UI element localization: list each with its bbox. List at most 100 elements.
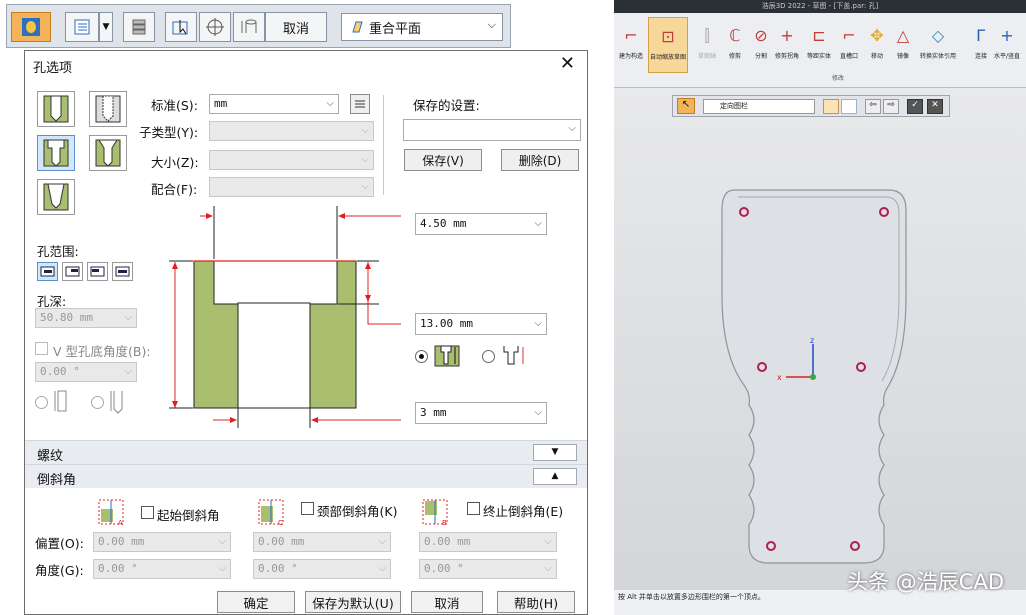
ribbon-label: 移动 bbox=[870, 53, 883, 60]
standard-table-button[interactable] bbox=[350, 94, 370, 114]
collapse-up-icon[interactable]: ▲ bbox=[533, 468, 577, 485]
hole-marker[interactable] bbox=[757, 362, 767, 372]
neck-angle-select[interactable]: 0.00 ° ⌵ bbox=[253, 559, 391, 579]
counterbore-hole-type-button[interactable] bbox=[37, 135, 75, 171]
table-icon bbox=[355, 100, 365, 108]
ribbon-mirror[interactable]: △ 镜像 bbox=[886, 17, 920, 73]
hole-options-dropdown[interactable]: ▼ bbox=[99, 12, 113, 42]
delete-settings-button[interactable]: 删除(D) bbox=[501, 149, 579, 171]
plane-select[interactable]: 重合平面 ⌵ bbox=[341, 13, 503, 41]
saved-settings-select[interactable]: ⌵ bbox=[403, 119, 581, 141]
start-chamfer-label: 起始倒斜角 bbox=[157, 508, 220, 523]
fit-label: 配合(F): bbox=[151, 182, 198, 197]
chevron-down-icon: ⌵ bbox=[218, 563, 226, 574]
neck-chamfer-checkbox[interactable] bbox=[301, 502, 314, 515]
accept-icon[interactable]: ✓ bbox=[907, 99, 923, 114]
chamfer-section-header[interactable]: 倒斜角 ▲ bbox=[25, 464, 587, 488]
center-point-button[interactable] bbox=[199, 12, 231, 42]
page-mode-button[interactable] bbox=[841, 99, 857, 114]
back-arrow-icon[interactable]: ⇦ bbox=[865, 99, 881, 114]
chevron-down-icon: ⌵ bbox=[361, 125, 369, 136]
expand-down-icon[interactable]: ▼ bbox=[533, 444, 577, 461]
ribbon-horizontal-vertical[interactable]: + 水平/竖直 bbox=[990, 17, 1024, 73]
tapered-hole-icon bbox=[43, 183, 69, 211]
hole-marker[interactable] bbox=[879, 207, 889, 217]
size-select[interactable]: ⌵ bbox=[209, 150, 374, 170]
thread-section-header[interactable]: 螺纹 ▼ bbox=[25, 440, 587, 464]
end-offset-select[interactable]: 0.00 mm ⌵ bbox=[419, 532, 557, 552]
ribbon-label: 修剪 bbox=[728, 53, 741, 60]
hole-diameter-select[interactable]: 3 mm ⌵ bbox=[415, 402, 547, 424]
depth-from-bottom-radio[interactable] bbox=[482, 350, 495, 363]
select-arrow-icon[interactable]: ↖ bbox=[677, 98, 695, 114]
ribbon-trim-corner[interactable]: + 修剪拐角 bbox=[770, 17, 804, 73]
counterbore-depth-select[interactable]: 13.00 mm ⌵ bbox=[415, 313, 547, 335]
save-settings-button[interactable]: 保存(V) bbox=[404, 149, 482, 171]
cylinder-depth-icon bbox=[241, 19, 257, 33]
depth-from-top-radio[interactable] bbox=[415, 350, 428, 363]
offset-icon: ⊏ bbox=[812, 26, 826, 45]
extent-through-all-button[interactable] bbox=[37, 262, 58, 281]
neck-chamfer-icon: C bbox=[258, 499, 284, 526]
flat-bottom-radio[interactable] bbox=[35, 396, 48, 409]
ribbon-offset[interactable]: ⊏ 等距实体 bbox=[802, 17, 836, 73]
hole-marker[interactable] bbox=[739, 207, 749, 217]
chevron-down-icon: ⌵ bbox=[544, 563, 552, 574]
hole-marker[interactable] bbox=[850, 541, 860, 551]
axis-triad: z x bbox=[777, 336, 816, 382]
v-bottom-angle-select[interactable]: 0.00 ° ⌵ bbox=[35, 362, 137, 382]
ribbon-convert[interactable]: ◇ 转换实体引用 bbox=[918, 17, 958, 73]
counterbore-depth-value: 13.00 mm bbox=[420, 317, 473, 330]
counterbore-diameter-select[interactable]: 4.50 mm ⌵ bbox=[415, 213, 547, 235]
rect-mode-button[interactable] bbox=[823, 99, 839, 114]
ribbon-label: 连接 bbox=[974, 53, 987, 60]
start-offset-select[interactable]: 0.00 mm ⌵ bbox=[93, 532, 231, 552]
help-button[interactable]: 帮助(H) bbox=[497, 591, 575, 613]
threaded-hole-icon bbox=[95, 95, 121, 123]
hole-toolbar: ▼ 取消 重合平面 ⌵ bbox=[6, 4, 511, 48]
reject-icon[interactable]: ✕ bbox=[927, 99, 943, 114]
countersink-hole-type-button[interactable] bbox=[89, 135, 127, 171]
extent-finite-button[interactable] bbox=[112, 262, 133, 281]
extent-to-next-button[interactable] bbox=[87, 262, 108, 281]
v-bottom-checkbox[interactable] bbox=[35, 342, 48, 355]
threaded-hole-type-button[interactable] bbox=[89, 91, 127, 127]
hole-depth-select[interactable]: 50.80 mm ⌵ bbox=[35, 308, 137, 328]
angle-label: 角度(G): bbox=[35, 563, 84, 578]
hole-options-button[interactable] bbox=[65, 12, 99, 42]
forward-arrow-icon[interactable]: ⇨ bbox=[883, 99, 899, 114]
neck-offset-select[interactable]: 0.00 mm ⌵ bbox=[253, 532, 391, 552]
tapered-hole-type-button[interactable] bbox=[37, 179, 75, 215]
fit-select[interactable]: ⌵ bbox=[209, 177, 374, 197]
standard-select[interactable]: mm ⌵ bbox=[209, 94, 339, 114]
plane-icon bbox=[352, 21, 363, 33]
save-as-default-button[interactable]: 保存为默认(U) bbox=[305, 591, 401, 613]
depth-button[interactable] bbox=[233, 12, 265, 42]
orient-select[interactable]: 定向图栏 bbox=[703, 99, 815, 114]
chevron-down-icon: ⌵ bbox=[361, 154, 369, 165]
construction-icon: ⌐ bbox=[624, 26, 638, 45]
extent-button[interactable] bbox=[123, 12, 155, 42]
subtype-select[interactable]: ⌵ bbox=[209, 121, 374, 141]
close-icon[interactable]: ✕ bbox=[560, 53, 575, 74]
start-chamfer-checkbox[interactable] bbox=[141, 506, 154, 519]
select-face-button[interactable] bbox=[165, 12, 197, 42]
hole-marker[interactable] bbox=[766, 541, 776, 551]
finite-icon bbox=[115, 266, 130, 277]
svg-text:x: x bbox=[777, 373, 782, 382]
toolbar-cancel-button[interactable]: 取消 bbox=[265, 12, 327, 42]
hole-feature-button[interactable] bbox=[11, 12, 51, 42]
end-angle-select[interactable]: 0.00 ° ⌵ bbox=[419, 559, 557, 579]
ribbon-autozoom[interactable]: ⊡ 自动缩放草图 bbox=[648, 17, 688, 73]
simple-hole-type-button[interactable] bbox=[37, 91, 75, 127]
start-angle-select[interactable]: 0.00 ° ⌵ bbox=[93, 559, 231, 579]
v-bottom-radio[interactable] bbox=[91, 396, 104, 409]
ok-button[interactable]: 确定 bbox=[217, 591, 295, 613]
dialog-title: 孔选项 bbox=[33, 61, 73, 76]
hole-marker[interactable] bbox=[856, 362, 866, 372]
ribbon-construct[interactable]: ⌐ 建为构造 bbox=[614, 17, 648, 73]
end-chamfer-checkbox[interactable] bbox=[467, 502, 480, 515]
cancel-button[interactable]: 取消 bbox=[411, 591, 483, 613]
orient-select-value: 定向图栏 bbox=[720, 102, 748, 110]
extent-from-to-button[interactable] bbox=[62, 262, 83, 281]
